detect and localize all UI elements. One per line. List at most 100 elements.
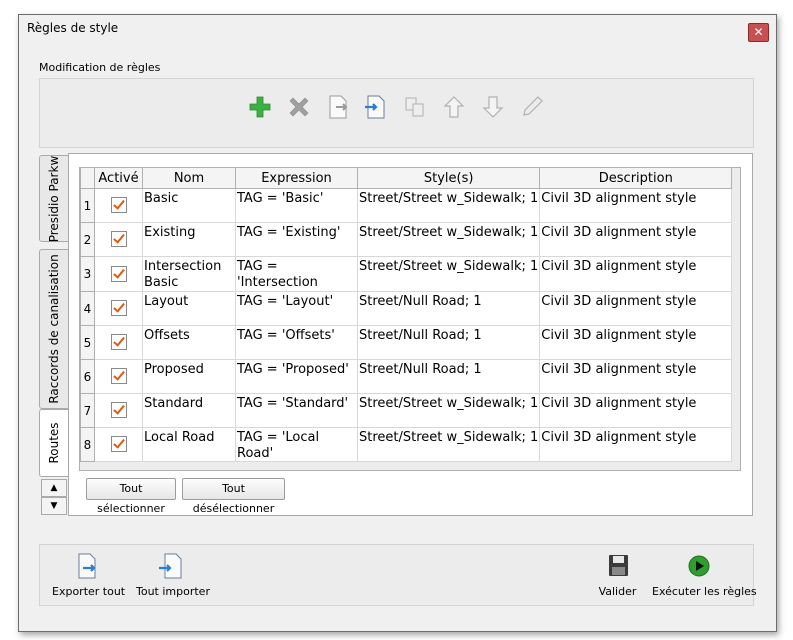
active-checkbox-cell — [94, 291, 143, 326]
rule-style-cell[interactable]: Street/Street w_Sidewalk; 1 — [356, 256, 541, 292]
export-rule-icon[interactable] — [324, 93, 352, 121]
table-row[interactable]: 6 Proposed TAG = 'Proposed' Street/Null Roa… — [80, 359, 733, 394]
validate-label: Valider — [598, 585, 637, 598]
rule-expression: TAG = 'Proposed' — [237, 362, 349, 377]
vertical-tab-strip: Presidio Parkw Raccords de canalisation … — [39, 153, 69, 515]
active-checkbox[interactable] — [110, 334, 127, 351]
move-up-icon[interactable] — [440, 93, 468, 121]
rule-name-cell[interactable]: Local Road — [142, 427, 236, 462]
run-rules-button[interactable]: Exécuter les règles — [652, 553, 757, 598]
table-row[interactable]: 3 Intersection Basic TAG = 'Intersection B… — [80, 256, 733, 292]
export-all-button[interactable]: Exporter tout — [52, 553, 125, 598]
rule-description-cell[interactable]: Civil 3D alignment style — [539, 188, 733, 223]
rule-description: Civil 3D alignment style — [541, 294, 697, 309]
active-checkbox-cell — [94, 359, 143, 394]
rule-name: Intersection Basic — [144, 259, 222, 290]
active-checkbox-cell — [94, 325, 143, 360]
select-all-button[interactable]: Tout sélectionner — [86, 478, 176, 515]
rule-expression: TAG = 'Local Road' — [237, 430, 320, 461]
move-down-icon[interactable] — [479, 93, 507, 121]
table-row[interactable]: 7 Standard TAG = 'Standard' Street/Street w… — [80, 393, 733, 428]
row-number: 6 — [80, 359, 95, 394]
rule-expression: TAG = 'Basic' — [237, 191, 324, 206]
routes-tab-content: Activé Nom Expression Style(s) Descripti… — [68, 153, 753, 516]
column-header-active[interactable]: Activé — [94, 168, 143, 189]
rule-style-cell[interactable]: Street/Null Road; 1 — [356, 359, 541, 394]
style-rules-dialog: Règles de style ✕ Modification de règles — [18, 14, 777, 632]
rule-name-cell[interactable]: Existing — [142, 222, 236, 257]
row-number: 2 — [80, 222, 95, 257]
import-rule-icon[interactable] — [362, 93, 390, 121]
rule-expression-cell[interactable]: TAG = 'Intersection Basic' — [235, 256, 358, 292]
active-checkbox[interactable] — [110, 402, 127, 419]
table-row[interactable]: 8 Local Road TAG = 'Local Road' Street/Stre… — [80, 427, 733, 462]
active-checkbox-cell — [94, 393, 143, 428]
active-checkbox[interactable] — [110, 265, 127, 282]
table-row[interactable]: 4 Layout TAG = 'Layout' Street/Null Road; 1… — [80, 291, 733, 326]
row-number: 5 — [80, 325, 95, 360]
validate-button[interactable]: Valider — [595, 553, 640, 598]
rule-expression-cell[interactable]: TAG = 'Existing' — [235, 222, 358, 257]
rule-style-cell[interactable]: Street/Street w_Sidewalk; 1 — [356, 393, 541, 428]
rule-style: Street/Null Road; 1 — [359, 294, 482, 309]
tab-routes[interactable]: Routes — [39, 409, 68, 477]
active-checkbox[interactable] — [110, 300, 127, 317]
rule-description-cell[interactable]: Civil 3D alignment style — [539, 256, 733, 292]
rule-name-cell[interactable]: Standard — [142, 393, 236, 428]
rule-name-cell[interactable]: Basic — [142, 188, 236, 223]
column-header-name[interactable]: Nom — [142, 168, 236, 189]
tab-raccords-canalisation[interactable]: Raccords de canalisation — [39, 249, 69, 409]
rule-description-cell[interactable]: Civil 3D alignment style — [539, 291, 733, 326]
active-checkbox[interactable] — [110, 197, 127, 214]
rule-style-cell[interactable]: Street/Street w_Sidewalk; 1 — [356, 222, 541, 257]
import-all-label: Tout importer — [136, 585, 210, 598]
column-header-expression[interactable]: Expression — [235, 168, 358, 189]
column-header-description[interactable]: Description — [539, 168, 733, 189]
tab-scroll-down-button[interactable]: ▼ — [41, 497, 67, 515]
rule-style: Street/Street w_Sidewalk; 1 — [359, 259, 539, 274]
add-icon[interactable] — [246, 93, 274, 121]
rule-expression-cell[interactable]: TAG = 'Proposed' — [235, 359, 358, 394]
rule-name-cell[interactable]: Proposed — [142, 359, 236, 394]
delete-icon[interactable] — [285, 93, 313, 121]
rule-description-cell[interactable]: Civil 3D alignment style — [539, 359, 733, 394]
rule-style-cell[interactable]: Street/Street w_Sidewalk; 1 — [356, 188, 541, 223]
active-checkbox-cell — [94, 427, 143, 462]
rule-expression-cell[interactable]: TAG = 'Offsets' — [235, 325, 358, 360]
rule-style-cell[interactable]: Street/Street w_Sidewalk; 1 — [356, 427, 541, 462]
deselect-all-button[interactable]: Tout désélectionner — [182, 478, 285, 515]
rule-name-cell[interactable]: Intersection Basic — [142, 256, 236, 292]
rule-description-cell[interactable]: Civil 3D alignment style — [539, 325, 733, 360]
import-all-button[interactable]: Tout importer — [136, 553, 210, 598]
table-row[interactable]: 5 Offsets TAG = 'Offsets' Street/Null Road;… — [80, 325, 733, 360]
active-checkbox[interactable] — [110, 231, 127, 248]
rule-expression-cell[interactable]: TAG = 'Layout' — [235, 291, 358, 326]
rule-style-cell[interactable]: Street/Null Road; 1 — [356, 325, 541, 360]
tab-presidio-parkway[interactable]: Presidio Parkw — [39, 155, 69, 242]
active-checkbox[interactable] — [110, 436, 127, 453]
active-checkbox[interactable] — [110, 368, 127, 385]
table-row[interactable]: 1 Basic TAG = 'Basic' Street/Street w_Sidew… — [80, 188, 733, 223]
play-icon — [685, 553, 713, 579]
rule-description: Civil 3D alignment style — [541, 396, 697, 411]
row-number: 3 — [80, 256, 95, 292]
rule-name-cell[interactable]: Offsets — [142, 325, 236, 360]
copy-icon[interactable] — [401, 93, 429, 121]
close-button[interactable]: ✕ — [748, 23, 769, 42]
rule-expression: TAG = 'Standard' — [237, 396, 349, 411]
rule-description-cell[interactable]: Civil 3D alignment style — [539, 393, 733, 428]
edit-icon[interactable] — [518, 93, 546, 121]
rule-description-cell[interactable]: Civil 3D alignment style — [539, 222, 733, 257]
rule-name-cell[interactable]: Layout — [142, 291, 236, 326]
rule-description-cell[interactable]: Civil 3D alignment style — [539, 427, 733, 462]
rule-expression-cell[interactable]: TAG = 'Basic' — [235, 188, 358, 223]
rule-expression: TAG = 'Layout' — [237, 294, 334, 309]
table-row[interactable]: 2 Existing TAG = 'Existing' Street/Street w… — [80, 222, 733, 257]
rule-expression-cell[interactable]: TAG = 'Local Road' — [235, 427, 358, 462]
rule-expression-cell[interactable]: TAG = 'Standard' — [235, 393, 358, 428]
rule-expression: TAG = 'Offsets' — [237, 328, 335, 343]
column-header-styles[interactable]: Style(s) — [356, 168, 541, 189]
rule-style-cell[interactable]: Street/Null Road; 1 — [356, 291, 541, 326]
rules-group-label: Modification de règles — [39, 61, 161, 74]
tab-scroll-up-button[interactable]: ▲ — [41, 479, 67, 497]
